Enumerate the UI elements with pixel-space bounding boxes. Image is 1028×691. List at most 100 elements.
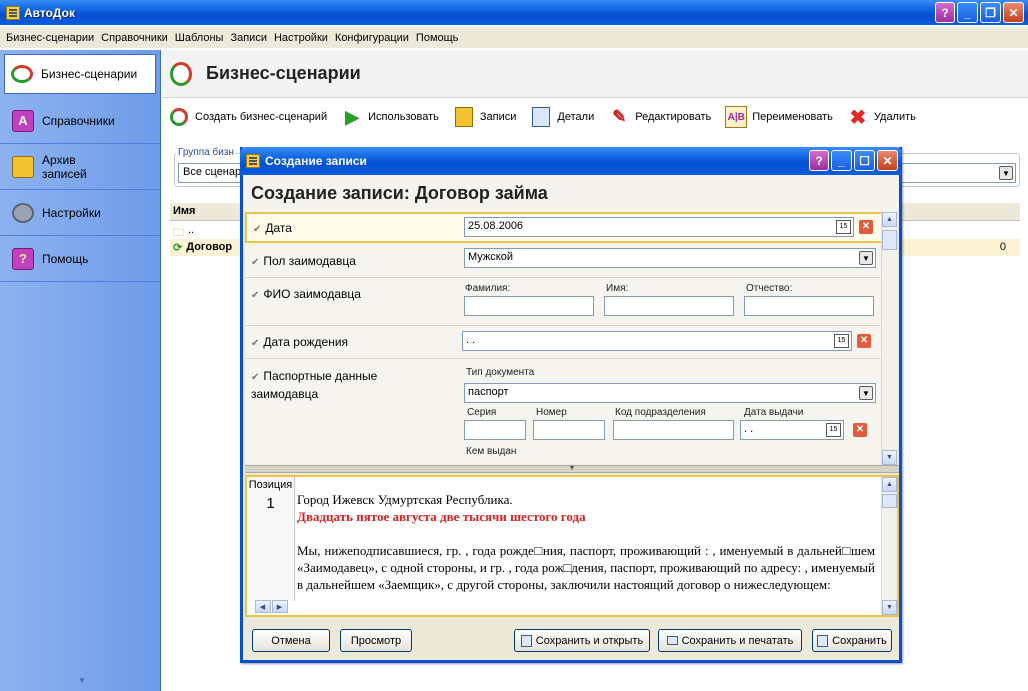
reference-books-icon: A [12, 109, 34, 132]
close-button[interactable]: ✕ [1003, 2, 1024, 23]
scroll-left-icon[interactable]: ◀ [254, 600, 271, 613]
dialog-help-button[interactable]: ? [809, 150, 829, 171]
code-input[interactable] [613, 420, 734, 440]
menu-item-records[interactable]: Записи [230, 32, 267, 44]
document-paragraph: Мы, нижеподписавшиеся, гр. , года рожде□… [297, 543, 875, 592]
save-and-print-button[interactable]: Сохранить и печатать [658, 629, 802, 652]
calendar-icon[interactable]: 15 [834, 334, 849, 348]
clear-date-button[interactable]: ✕ [859, 220, 873, 234]
toolbar: Создать бизнес-сценарий ▶ Использовать З… [162, 102, 1028, 132]
edit-button[interactable]: ✎ Редактировать [608, 106, 711, 128]
number-input[interactable] [533, 420, 605, 440]
archive-icon [453, 106, 475, 128]
scroll-down-icon[interactable]: ▼ [882, 600, 897, 615]
records-button[interactable]: Записи [453, 106, 516, 128]
record-form: ✔ Дата 25.08.2006 15 ✕ ✔ Пол заимодавца Му… [245, 212, 885, 464]
list-item-count: 0 [999, 241, 1006, 253]
list-item-name: .. [188, 224, 195, 236]
scroll-thumb[interactable] [882, 230, 897, 250]
menu-item-references[interactable]: Справочники [101, 32, 168, 44]
fio-label-text: ФИО заимодавца [263, 287, 361, 301]
folder-icon: 🗀 [173, 227, 184, 239]
chevron-down-icon[interactable]: ▼ [999, 166, 1013, 180]
calendar-icon[interactable]: 15 [826, 423, 841, 437]
calendar-icon[interactable]: 15 [836, 220, 851, 234]
group-select-value: Все сценар [183, 166, 242, 178]
menu-item-configurations[interactable]: Конфигурации [335, 32, 409, 44]
create-scenario-button[interactable]: Создать бизнес-сценарий [168, 106, 327, 128]
issue-date-input[interactable]: . . 15 [740, 420, 844, 440]
document-text: Город Ижевск Удмуртская Республика. Двад… [297, 491, 875, 593]
menu-item-help[interactable]: Помощь [416, 32, 459, 44]
scroll-right-icon[interactable]: ▶ [271, 600, 288, 613]
pane-splitter[interactable]: ▼ [245, 465, 899, 473]
date-value: 25.08.2006 [468, 220, 524, 232]
details-label: Детали [557, 111, 595, 123]
chevron-down-icon[interactable]: ▼ [78, 676, 86, 685]
sidebar-item-business-scenarios[interactable]: Бизнес-сценарии [4, 54, 156, 94]
clear-birth-date-button[interactable]: ✕ [857, 334, 871, 348]
sidebar-item-settings[interactable]: Настройки [0, 190, 160, 236]
surname-input[interactable] [464, 296, 594, 316]
scroll-up-icon[interactable]: ▲ [882, 212, 897, 227]
cancel-button[interactable]: Отмена [252, 629, 330, 652]
gender-select[interactable]: Мужской ▼ [464, 248, 876, 268]
fio-label: ✔ ФИО заимодавца [251, 287, 361, 301]
field-row-birth-date: ✔ Дата рождения . . 15 ✕ [245, 326, 885, 359]
menu-item-templates[interactable]: Шаблоны [175, 32, 224, 44]
dialog-minimize-button[interactable]: _ [831, 150, 852, 171]
save-and-open-button[interactable]: Сохранить и открыть [514, 629, 650, 652]
dialog-heading: Создание записи: Договор займа [243, 175, 899, 212]
preview-button[interactable]: Просмотр [340, 629, 412, 652]
save-print-label: Сохранить и печатать [681, 634, 794, 647]
menu-item-settings[interactable]: Настройки [274, 32, 328, 44]
sidebar-item-archive[interactable]: Архив записей [0, 144, 160, 190]
save-open-label: Сохранить и открыть [535, 634, 644, 647]
scroll-down-icon[interactable]: ▼ [882, 450, 897, 465]
patronymic-input[interactable] [744, 296, 874, 316]
chevron-down-icon[interactable]: ▼ [859, 386, 873, 400]
list-item-name: Договор [186, 241, 233, 253]
clear-issue-date-button[interactable]: ✕ [853, 423, 867, 437]
form-scrollbar[interactable]: ▲ ▼ [881, 212, 897, 465]
date-label: ✔ Дата [253, 221, 292, 235]
pencil-icon: ✎ [612, 107, 627, 126]
business-scenarios-icon [170, 61, 192, 86]
scroll-up-icon[interactable]: ▲ [882, 477, 897, 492]
sidebar-item-help[interactable]: ? Помощь [0, 236, 160, 282]
minimize-button[interactable]: _ [957, 2, 978, 23]
position-scroller: ◀ ▶ [248, 600, 294, 614]
birth-label: ✔ Дата рождения [251, 335, 349, 349]
rename-button[interactable]: A|B Переименовать [725, 106, 833, 128]
dialog-maximize-button[interactable]: ☐ [854, 150, 875, 171]
birth-date-input[interactable]: . . 15 [462, 331, 852, 351]
sidebar-item-references[interactable]: A Справочники [0, 98, 160, 144]
name-input[interactable] [604, 296, 734, 316]
patronymic-label: Отчество: [746, 283, 793, 294]
save-button[interactable]: Сохранить [812, 629, 892, 652]
dialog-titlebar: Создание записи ? _ ☐ ✕ [240, 147, 902, 175]
delete-button[interactable]: ✖ Удалить [847, 106, 916, 129]
date-label-text: Дата [265, 221, 292, 235]
doctype-value: паспорт [468, 386, 509, 398]
dialog-close-button[interactable]: ✕ [877, 150, 898, 171]
archive-icon [12, 155, 34, 178]
number-label: Номер [536, 407, 567, 418]
birth-date-value: . . [466, 334, 476, 346]
menu-item-business-scenarios[interactable]: Бизнес-сценарии [6, 32, 94, 44]
help-button[interactable]: ? [935, 2, 955, 23]
maximize-button[interactable]: ❐ [980, 2, 1001, 23]
business-scenarios-icon: ⟳ [173, 242, 183, 254]
window-controls: ? _ ❐ ✕ [935, 2, 1024, 23]
document-scrollbar[interactable]: ▲ ▼ [881, 477, 897, 615]
series-input[interactable] [464, 420, 526, 440]
details-button[interactable]: Детали [530, 106, 594, 128]
rename-icon: A|B [725, 106, 748, 128]
date-input[interactable]: 25.08.2006 15 [464, 217, 854, 237]
doctype-select[interactable]: паспорт ▼ [464, 383, 876, 403]
position-label: Позиция [248, 479, 293, 491]
use-button[interactable]: ▶ Использовать [341, 106, 439, 128]
chevron-down-icon[interactable]: ▼ [859, 251, 873, 265]
sidebar-item-label: Бизнес-сценарии [41, 67, 138, 81]
scroll-thumb[interactable] [882, 494, 897, 508]
